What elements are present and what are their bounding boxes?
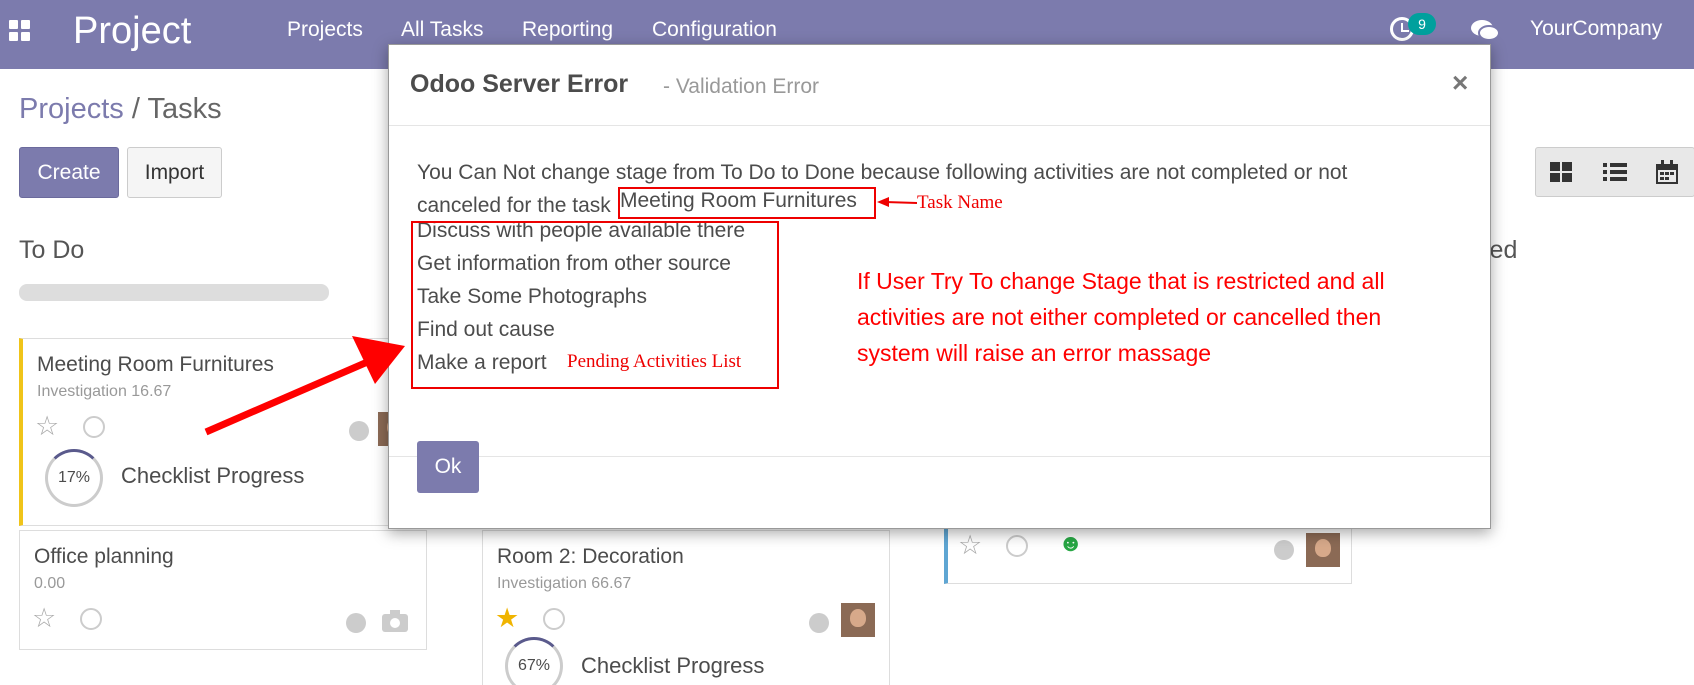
task-name-arrow [877,197,918,207]
annotation-arrows [204,197,918,436]
pending-activities-arrow [204,336,405,436]
